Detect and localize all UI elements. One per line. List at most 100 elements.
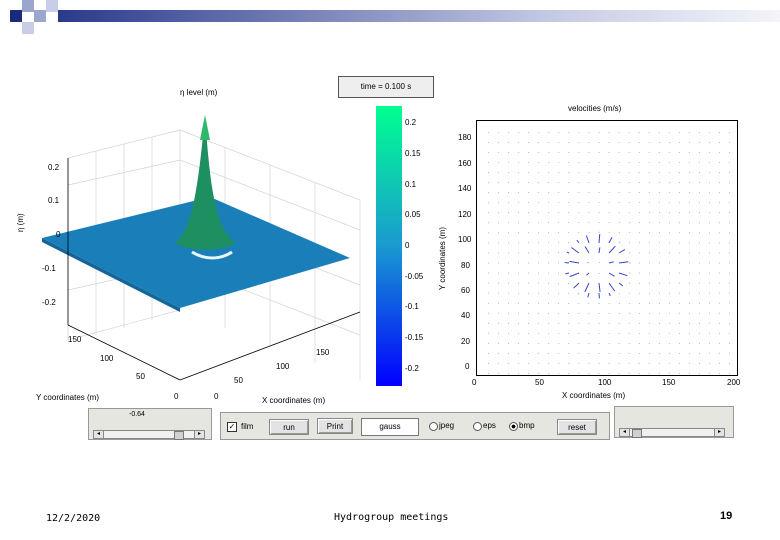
- y-tick: 0: [174, 392, 179, 401]
- velocity-arrow: [498, 141, 500, 144]
- velocity-arrow: [628, 242, 631, 244]
- velocity-arrow: [698, 131, 700, 134]
- velocity-arrow: [508, 161, 510, 164]
- velocity-arrow: [568, 292, 570, 294]
- velocity-arrow: [678, 141, 680, 144]
- velocity-arrow: [548, 201, 550, 204]
- velocity-arrow: [658, 181, 660, 184]
- y-axis-label: Y coordinates (m): [36, 393, 99, 402]
- velocity-arrow: [708, 352, 711, 354]
- filename-input[interactable]: gauss: [361, 418, 419, 436]
- velocity-arrow: [668, 161, 670, 164]
- velocity-arrow: [658, 332, 660, 335]
- velocity-arrow: [538, 181, 540, 184]
- velocity-arrow: [528, 151, 530, 154]
- colorbar-tick: 0.1: [405, 180, 417, 189]
- ry-tick: 60: [461, 286, 470, 295]
- velocity-arrow: [528, 171, 530, 174]
- velocity-arrow: [618, 282, 624, 287]
- x-axis-label: X coordinates (m): [262, 396, 326, 405]
- velocity-arrow: [678, 212, 681, 214]
- film-checkbox[interactable]: ✓: [227, 422, 237, 432]
- ry-tick: 140: [458, 184, 472, 193]
- velocity-arrow: [678, 192, 681, 194]
- right-slider[interactable]: ◂ ▸: [619, 428, 725, 438]
- velocity-arrow: [498, 151, 500, 154]
- film-label: film: [241, 422, 254, 431]
- velocity-arrow: [538, 352, 540, 355]
- velocity-arrow: [508, 141, 510, 144]
- velocity-arrow: [648, 322, 650, 325]
- x-tick: 100: [276, 362, 290, 371]
- velocity-arrow: [518, 362, 520, 365]
- run-button[interactable]: run: [269, 419, 309, 435]
- velocity-arrow: [688, 151, 690, 154]
- velocity-arrow: [608, 272, 615, 277]
- velocity-arrow: [488, 152, 490, 154]
- ry-tick: 20: [461, 337, 470, 346]
- slider-left-arrow[interactable]: ◂: [94, 431, 104, 438]
- velocity-arrow: [518, 171, 520, 174]
- x-tick: 50: [234, 376, 243, 385]
- slider-right-arrow[interactable]: ▸: [714, 429, 724, 436]
- slider-right-arrow[interactable]: ▸: [194, 431, 204, 438]
- velocity-arrow: [518, 131, 520, 134]
- velocity-arrow: [668, 312, 671, 314]
- z-axis-label: η (m): [16, 213, 25, 232]
- rx-tick: 200: [727, 378, 741, 387]
- ry-tick: 180: [458, 133, 472, 142]
- slider-left-arrow[interactable]: ◂: [620, 429, 630, 436]
- velocity-arrow: [608, 261, 614, 264]
- velocity-arrow: [618, 272, 628, 277]
- velocity-arrow: [557, 292, 560, 294]
- slider-thumb[interactable]: [632, 429, 642, 438]
- velocity-arrow: [698, 141, 700, 144]
- velocity-arrow: [608, 282, 616, 292]
- velocity-arrow: [648, 212, 650, 214]
- velocity-arrow: [518, 352, 520, 355]
- velocity-arrow: [688, 202, 691, 204]
- velocity-arrow: [568, 231, 570, 234]
- colorbar-tick: 0.15: [405, 149, 421, 158]
- ry-tick: 100: [458, 235, 472, 244]
- velocity-arrow: [497, 322, 500, 324]
- velocity-arrow: [507, 322, 510, 324]
- colorbar-tick: 0.2: [405, 118, 417, 127]
- velocity-arrow: [638, 222, 640, 224]
- velocity-arrow: [528, 352, 530, 355]
- velocity-arrow: [618, 302, 620, 305]
- velocity-arrow: [587, 292, 590, 298]
- velocity-arrow: [487, 202, 490, 204]
- colorbar-tick: -0.05: [405, 272, 424, 281]
- velocity-arrow: [688, 352, 691, 354]
- left-slider[interactable]: ◂ ▸: [93, 430, 205, 440]
- velocity-arrow: [688, 362, 690, 365]
- velocity-arrow: [678, 352, 680, 355]
- velocity-arrow: [638, 312, 640, 315]
- velocity-arrow: [528, 362, 530, 365]
- velocity-arrow: [728, 182, 731, 184]
- velocity-arrow: [718, 182, 721, 184]
- z-tick: -0.2: [42, 298, 56, 307]
- velocity-arrow: [668, 212, 671, 214]
- velocity-arrow: [718, 142, 720, 144]
- velocity-arrow: [507, 202, 510, 204]
- velocity-arrow: [528, 191, 530, 194]
- velocity-arrow: [487, 172, 490, 174]
- velocity-arrow: [688, 182, 691, 184]
- reset-button[interactable]: reset: [557, 419, 597, 435]
- velocity-arrow: [668, 222, 671, 224]
- slider-thumb[interactable]: [174, 431, 184, 440]
- ry-tick: 80: [461, 261, 470, 270]
- velocity-arrow: [708, 342, 711, 344]
- colorbar-tick: -0.2: [405, 364, 419, 373]
- velocity-arrow: [648, 232, 651, 234]
- velocity-arrow: [668, 332, 671, 334]
- velocity-arrow: [638, 211, 640, 214]
- radio-jpeg[interactable]: [429, 422, 438, 431]
- radio-eps[interactable]: [473, 422, 482, 431]
- print-button[interactable]: Print: [317, 418, 353, 434]
- velocity-arrow: [678, 322, 681, 324]
- velocity-arrow: [518, 372, 520, 375]
- radio-bmp[interactable]: [509, 422, 518, 431]
